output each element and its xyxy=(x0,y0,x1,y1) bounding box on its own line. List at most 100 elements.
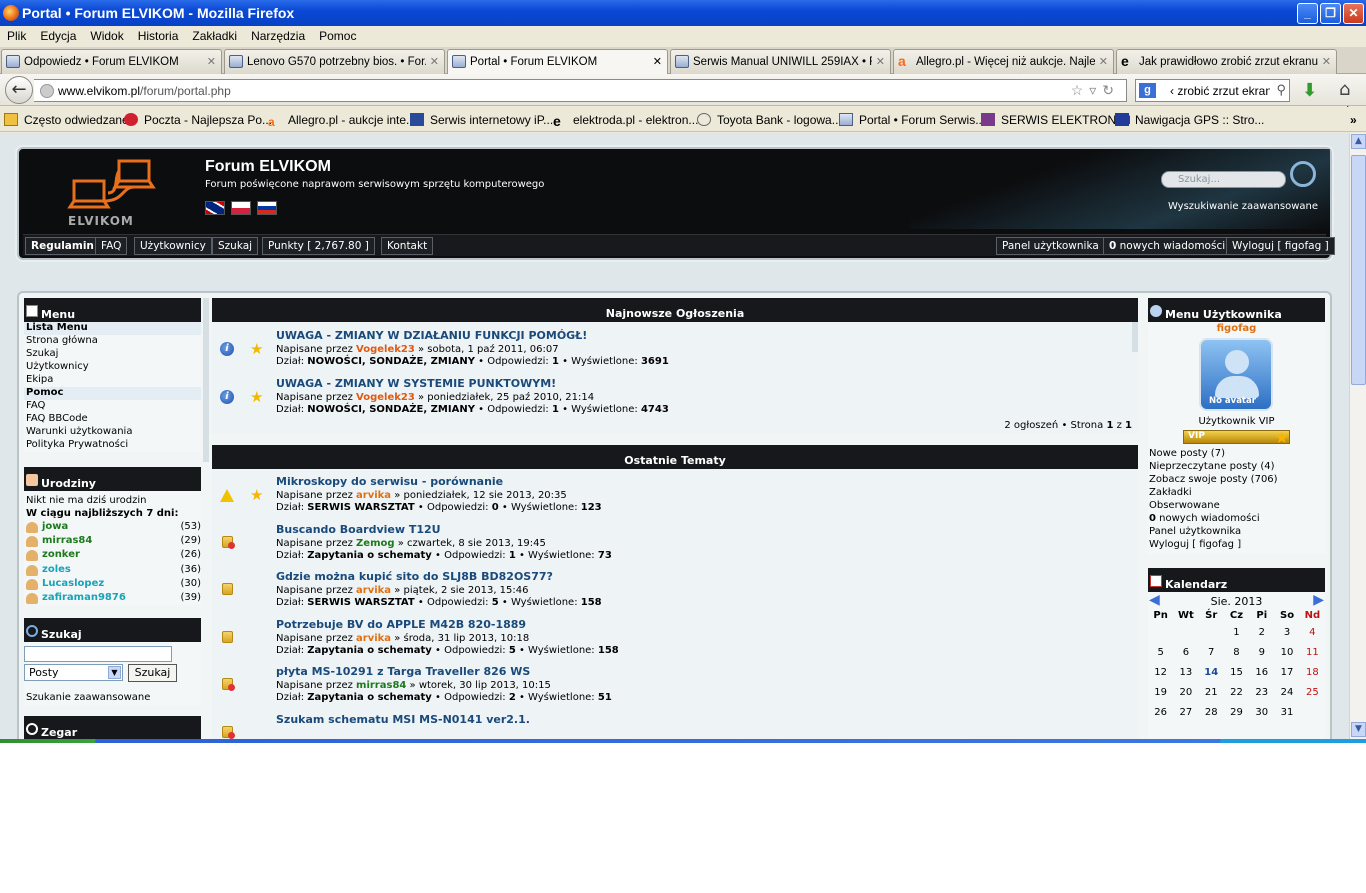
search-bar[interactable]: g ‹ zrobić zrzut ekranu ⚲ xyxy=(1135,79,1290,102)
birthday-username[interactable]: Lucaslopez xyxy=(42,578,104,589)
topic-forum[interactable]: NOWOŚCI, SONDAŻE, ZMIANY xyxy=(307,356,475,367)
elvikom-logo[interactable]: ELVIKOM xyxy=(64,157,159,228)
bookmarks-overflow-icon[interactable]: » xyxy=(1350,113,1357,127)
tab-close-icon[interactable]: ✕ xyxy=(1099,55,1108,68)
bookmark-czesto[interactable]: Często odwiedzane xyxy=(4,113,129,127)
menu-bookmarks[interactable]: Zakładki xyxy=(185,26,244,43)
link-obserwowane[interactable]: Obserwowane xyxy=(1148,500,1278,513)
nav-faq[interactable]: FAQ xyxy=(95,237,128,255)
topic-forum[interactable]: SERWIS WARSZTAT xyxy=(307,502,414,513)
link-wiadomosci[interactable]: 0 nowych wiadomości xyxy=(1148,513,1278,526)
calendar-day[interactable]: 3 xyxy=(1274,622,1299,642)
nav-panel[interactable]: Panel użytkownika xyxy=(996,237,1105,255)
page-scrollbar[interactable]: ▲ ▼ xyxy=(1349,133,1366,739)
menu-help[interactable]: Pomoc xyxy=(312,26,363,43)
nav-messages[interactable]: 0 nowych wiadomości xyxy=(1103,237,1232,255)
username[interactable]: figofag xyxy=(1148,322,1325,334)
birthday-username[interactable]: mirras84 xyxy=(42,535,92,546)
scroll-up-icon[interactable]: ▲ xyxy=(1351,134,1366,149)
topic-title[interactable]: Szukam schematu MSI MS-N0141 ver2.1. xyxy=(276,713,530,726)
menu-item-polityka[interactable]: Polityka Prywatności xyxy=(24,439,201,452)
link-swoje-posty[interactable]: Zobacz swoje posty (706) xyxy=(1148,474,1278,487)
flag-uk-icon[interactable] xyxy=(205,201,225,215)
topic-author[interactable]: arvika xyxy=(356,490,391,501)
search-type-select[interactable]: Posty ▼ xyxy=(24,664,123,681)
nav-logout[interactable]: Wyloguj [ figofag ] xyxy=(1226,237,1335,255)
calendar-day[interactable]: 19 xyxy=(1148,682,1173,702)
calendar-day[interactable]: 17 xyxy=(1274,662,1299,682)
link-nieprzeczytane[interactable]: Nieprzeczytane posty (4) xyxy=(1148,461,1278,474)
nav-regulamin[interactable]: Regulamin xyxy=(25,237,100,255)
tab-close-icon[interactable]: ✕ xyxy=(1322,55,1331,68)
calendar-day[interactable]: 13 xyxy=(1173,662,1198,682)
bookmark-poczta[interactable]: Poczta - Najlepsza Po... xyxy=(124,113,272,127)
calendar-day[interactable]: 28 xyxy=(1199,702,1224,722)
topic-author[interactable]: mirras84 xyxy=(356,680,406,691)
home-icon[interactable]: ⌂ xyxy=(1339,79,1350,100)
tab-allegro[interactable]: a Allegro.pl - Więcej niż aukcje. Najle..… xyxy=(893,49,1114,74)
bookmark-toyota[interactable]: Toyota Bank - logowa... xyxy=(697,113,842,127)
calendar-day[interactable]: 20 xyxy=(1173,682,1198,702)
topic-author[interactable]: arvika xyxy=(356,585,391,596)
menu-item-faq[interactable]: FAQ xyxy=(24,400,201,413)
topic-author[interactable]: Zemog xyxy=(356,538,394,549)
avatar[interactable]: No avatar xyxy=(1199,338,1273,411)
link-nowe-posty[interactable]: Nowe posty (7) xyxy=(1148,448,1278,461)
tab-close-icon[interactable]: ✕ xyxy=(876,55,885,68)
topic-forum[interactable]: Zapytania o schematy xyxy=(307,645,432,656)
advanced-search-link[interactable]: Wyszukiwanie zaawansowane xyxy=(1168,201,1318,212)
nav-szukaj[interactable]: Szukaj xyxy=(212,237,259,255)
header-search-icon[interactable] xyxy=(1290,161,1316,187)
back-button[interactable]: ← xyxy=(5,76,33,104)
chevron-down-icon[interactable]: ▼ xyxy=(108,666,121,679)
tab-lenovo[interactable]: Lenovo G570 potrzebny bios. • For... ✕ xyxy=(224,49,445,74)
close-button[interactable]: ✕ xyxy=(1343,3,1364,24)
calendar-day[interactable]: 25 xyxy=(1300,682,1325,702)
topic-author[interactable]: Vogelek23 xyxy=(356,392,415,403)
calendar-day[interactable]: 27 xyxy=(1173,702,1198,722)
search-magnifier-icon[interactable]: ⚲ xyxy=(1276,82,1286,98)
scroll-down-icon[interactable]: ▼ xyxy=(1351,722,1366,737)
calendar-day[interactable]: 22 xyxy=(1224,682,1249,702)
bookmark-serwis-elektroniki[interactable]: SERWIS ELEKTRONIKI xyxy=(981,113,1131,127)
topic-title[interactable]: Gdzie można kupić sito do SLJ8B BD82OS77… xyxy=(276,570,553,583)
left-advanced-search[interactable]: Szukanie zaawansowane xyxy=(24,692,150,705)
download-icon[interactable]: ⬇ xyxy=(1302,80,1317,101)
search-input[interactable]: ‹ zrobić zrzut ekranu xyxy=(1170,84,1270,98)
calendar-day[interactable]: 2 xyxy=(1249,622,1274,642)
calendar-day[interactable]: 24 xyxy=(1274,682,1299,702)
tab-close-icon[interactable]: ✕ xyxy=(653,55,662,68)
calendar-day[interactable]: 23 xyxy=(1249,682,1274,702)
header-search-input[interactable]: Szukaj... xyxy=(1161,171,1286,188)
birthday-username[interactable]: zonker xyxy=(42,549,80,560)
bookmark-elektroda[interactable]: e elektroda.pl - elektron... xyxy=(553,113,698,128)
next-month-icon[interactable]: ▶ xyxy=(1313,592,1324,608)
menu-view[interactable]: Widok xyxy=(83,26,130,43)
menu-file[interactable]: Plik xyxy=(0,26,33,43)
menu-tools[interactable]: Narzędzia xyxy=(244,26,312,43)
menu-history[interactable]: Historia xyxy=(131,26,186,43)
site-identity-icon[interactable] xyxy=(40,84,54,98)
link-zakladki[interactable]: Zakładki xyxy=(1148,487,1278,500)
bookmark-ipko[interactable]: Serwis internetowy iP... xyxy=(410,113,553,127)
flag-pl-icon[interactable] xyxy=(231,201,251,215)
forum-title[interactable]: Forum ELVIKOM xyxy=(205,158,331,176)
calendar-day[interactable]: 8 xyxy=(1224,642,1249,662)
topic-title[interactable]: UWAGA - ZMIANY W SYSTEMIE PUNKTOWYM! xyxy=(276,377,556,390)
topic-title[interactable]: Potrzebuje BV do APPLE M42B 820-1889 xyxy=(276,618,526,631)
url-bar[interactable]: www.elvikom.pl/forum/portal.php ☆▿↻ xyxy=(34,79,1127,102)
left-search-button[interactable]: Szukaj xyxy=(128,664,177,682)
nav-kontakt[interactable]: Kontakt xyxy=(381,237,434,255)
menu-edit[interactable]: Edycja xyxy=(33,26,83,43)
calendar-day[interactable]: 21 xyxy=(1199,682,1224,702)
menu-item-warunki[interactable]: Warunki użytkowania xyxy=(24,426,201,439)
topic-author[interactable]: Vogelek23 xyxy=(356,344,415,355)
calendar-day[interactable]: 30 xyxy=(1249,702,1274,722)
topic-forum[interactable]: Zapytania o schematy xyxy=(307,692,432,703)
topic-forum[interactable]: NOWOŚCI, SONDAŻE, ZMIANY xyxy=(307,404,475,415)
maximize-button[interactable]: ❐ xyxy=(1320,3,1341,24)
topic-forum[interactable]: SERWIS WARSZTAT xyxy=(307,597,414,608)
calendar-day[interactable]: 12 xyxy=(1148,662,1173,682)
bookmark-portal[interactable]: Portal • Forum Serwis... xyxy=(839,113,985,127)
link-wyloguj[interactable]: Wyloguj [ figofag ] xyxy=(1148,539,1278,552)
